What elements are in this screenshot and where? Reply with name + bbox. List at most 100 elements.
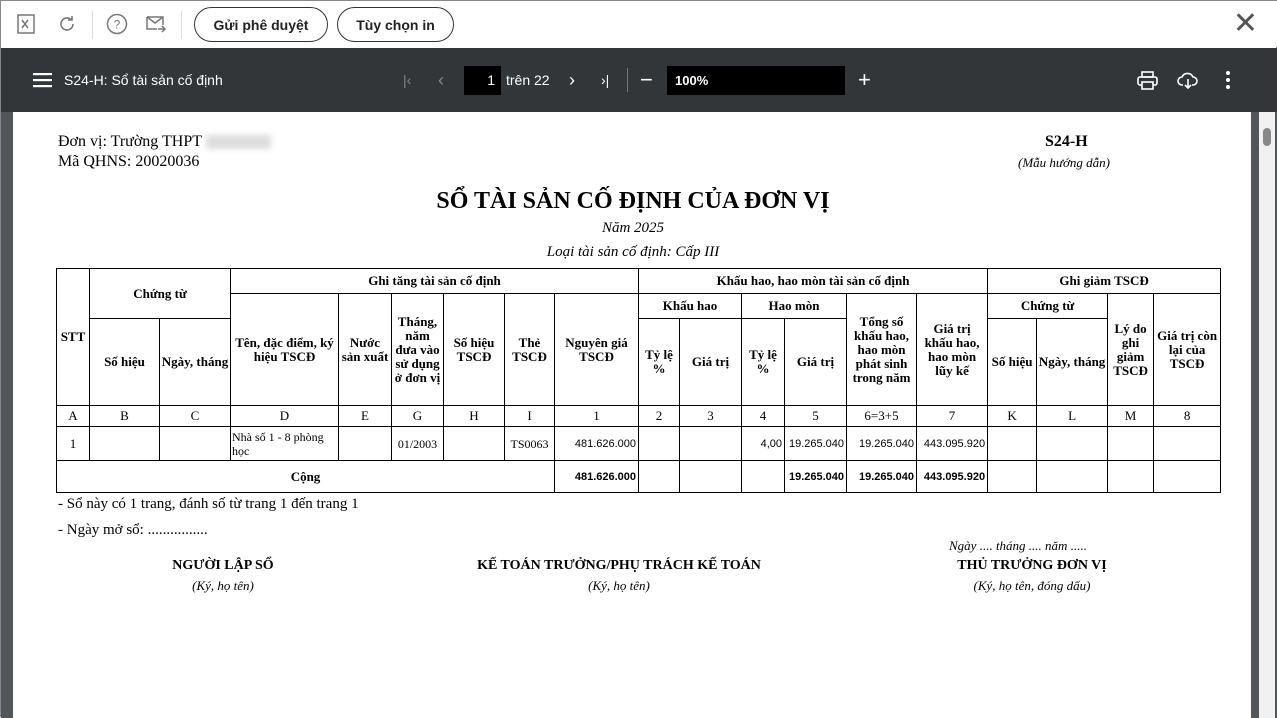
column-code: 2 (638, 405, 681, 427)
column-code: I (504, 405, 555, 427)
cell-ngay (159, 426, 231, 461)
header-khau-hao: Khấu hao (638, 293, 743, 319)
header-con-lai: Giá trị còn lại của TSCĐ (1153, 293, 1222, 406)
column-code: 8 (1153, 405, 1222, 427)
send-email-icon[interactable] (145, 13, 167, 35)
cell-nguyen-gia: 481.626.000 (553, 426, 640, 461)
scrollbar[interactable] (1259, 112, 1275, 718)
divider (627, 68, 628, 92)
sig-title: KẾ TOÁN TRƯỞNG/PHỤ TRÁCH KẾ TOÁN (477, 558, 761, 573)
redacted-text (205, 135, 271, 150)
column-code: G (391, 405, 444, 427)
form-code: S24-H (1045, 133, 1088, 150)
page-count: trên 22 (506, 72, 550, 88)
zoom-out-icon[interactable]: − (640, 48, 653, 112)
form-note: (Mẫu hướng dẫn) (1018, 155, 1111, 170)
note-open-date: - Ngày mở sổ: ................ (58, 522, 208, 538)
cell-so-hieu-tscd (443, 426, 505, 461)
last-page-icon[interactable]: ›| (601, 48, 609, 112)
refresh-icon[interactable] (56, 13, 78, 35)
divider (92, 11, 93, 39)
sig-title: THỦ TRƯỞNG ĐƠN VỊ (957, 558, 1107, 573)
cell-hm-ty-le: 4,00 (741, 426, 786, 461)
next-page-icon[interactable]: › (569, 48, 575, 112)
zoom-input[interactable]: 100% (667, 65, 845, 95)
column-code: D (230, 405, 339, 427)
sig-title: NGƯỜI LẬP SỔ (172, 558, 274, 573)
column-code: K (987, 405, 1038, 427)
header-nuoc: Nước sản xuất (338, 293, 392, 406)
header-ten: Tên, đặc điểm, ký hiệu TSCĐ (230, 293, 339, 406)
column-code: 7 (916, 405, 989, 427)
header-chung-tu: Chứng từ (89, 268, 231, 319)
excel-export-icon[interactable] (15, 13, 37, 35)
cell-stt: 1 (56, 426, 90, 461)
header-kh-gia-tri: Giá trị (679, 318, 743, 406)
more-options-icon[interactable] (1226, 48, 1230, 112)
asset-type: Loại tài sản cố định: Cấp III (546, 244, 720, 260)
sig-note: (Ký, họ tên, đóng dấu) (973, 578, 1091, 593)
note-pages: - Sổ này có 1 trang, đánh số từ trang 1 … (58, 496, 359, 512)
column-code: 3 (679, 405, 743, 427)
asset-table: STT Chứng từ Ghi tăng tài sản cố định Kh… (56, 268, 1222, 493)
sig-note: (Ký, họ tên) (192, 578, 254, 593)
header-luy-ke: Giá trị khấu hao, hao mòn lũy kế (916, 293, 989, 406)
header-giam-so-hieu: Số hiệu (987, 318, 1038, 406)
column-code: E (338, 405, 392, 427)
menu-icon[interactable] (33, 48, 52, 112)
header-thang-nam: Tháng, năm đưa vào sử dụng ở đơn vị (391, 293, 444, 406)
header-ly-do: Lý do ghi giảm TSCĐ (1107, 293, 1155, 406)
total-row: Cộng 481.626.000 19.265.040 19.265.040 4… (56, 460, 1222, 493)
signature-head: THỦ TRƯỞNG ĐƠN VỊ (Ký, họ tên, đóng dấu) (913, 558, 1151, 594)
total-luy-ke: 443.095.920 (916, 460, 989, 493)
column-code: 1 (553, 405, 640, 427)
sig-note: (Ký, họ tên) (588, 578, 650, 593)
help-icon[interactable]: ? (106, 13, 128, 35)
date-line: Ngày .... tháng .... năm ..... (949, 538, 1087, 553)
column-code: H (443, 405, 505, 427)
header-nguyen-gia: Nguyên giá TSCĐ (553, 293, 640, 406)
column-code: 5 (784, 405, 848, 427)
header-hm-gia-tri: Giá trị (784, 318, 848, 406)
header-ghi-tang: Ghi tăng tài sản cố định (229, 268, 640, 294)
column-code: C (159, 405, 231, 427)
unit-line: Đơn vị: Trường THPT (58, 133, 271, 151)
cell-ten: Nhà số 1 - 8 phòng học (230, 426, 339, 461)
first-page-icon[interactable]: |‹ (403, 48, 411, 112)
column-code: A (56, 405, 90, 427)
total-hm-gia-tri: 19.265.040 (784, 460, 848, 493)
cell-luy-ke: 443.095.920 (916, 426, 989, 461)
header-giam-chung-tu: Chứng từ (987, 293, 1109, 319)
cell-thang-nam: 01/2003 (391, 426, 444, 461)
cell-kh-ty-le (638, 426, 681, 461)
header-kh-ty-le: Tỷ lệ % (638, 318, 681, 406)
header-ngay-thang: Ngày, tháng (159, 318, 231, 406)
page-number-input[interactable]: 1 (464, 65, 501, 95)
zoom-in-icon[interactable]: + (858, 48, 871, 112)
cell-nuoc (338, 426, 392, 461)
header-giam-ngay: Ngày, tháng (1036, 318, 1109, 406)
document-title: S24-H: Sổ tài sản cố định (64, 72, 223, 88)
signature-accountant: KẾ TOÁN TRƯỞNG/PHỤ TRÁCH KẾ TOÁN (Ký, họ … (419, 558, 819, 594)
close-icon[interactable]: ✕ (1233, 9, 1258, 39)
send-approval-button[interactable]: Gửi phê duyệt (194, 7, 328, 42)
scrollbar-thumb[interactable] (1263, 128, 1271, 146)
signature-preparer: NGƯỜI LẬP SỔ (Ký, họ tên) (123, 558, 323, 594)
document-title-heading: SỔ TÀI SẢN CỐ ĐỊNH CỦA ĐƠN VỊ (436, 188, 830, 214)
cell-kh-gia-tri (679, 426, 743, 461)
header-hm-ty-le: Tỷ lệ % (741, 318, 786, 406)
header-the: Thẻ TSCĐ (504, 293, 555, 406)
cell-hm-gia-tri: 19.265.040 (784, 426, 848, 461)
prev-page-icon[interactable]: ‹ (438, 48, 444, 112)
cell-tong: 19.265.040 (846, 426, 918, 461)
total-tong: 19.265.040 (846, 460, 918, 493)
download-icon[interactable] (1177, 48, 1199, 112)
print-icon[interactable] (1137, 48, 1158, 112)
top-toolbar: ? Gửi phê duyệt Tùy chọn in ✕ (1, 1, 1277, 47)
print-options-button[interactable]: Tùy chọn in (337, 7, 454, 42)
column-code: M (1107, 405, 1155, 427)
table-row: 1 Nhà số 1 - 8 phòng học 01/2003 TS0063 … (56, 426, 1222, 461)
header-khau-hao-group: Khấu hao, hao mòn tài sản cố định (638, 268, 989, 294)
header-stt: STT (56, 268, 90, 406)
column-codes-row: A B C D E G H I 1 2 3 4 5 6=3+5 7 K L M 8 (56, 405, 1222, 427)
